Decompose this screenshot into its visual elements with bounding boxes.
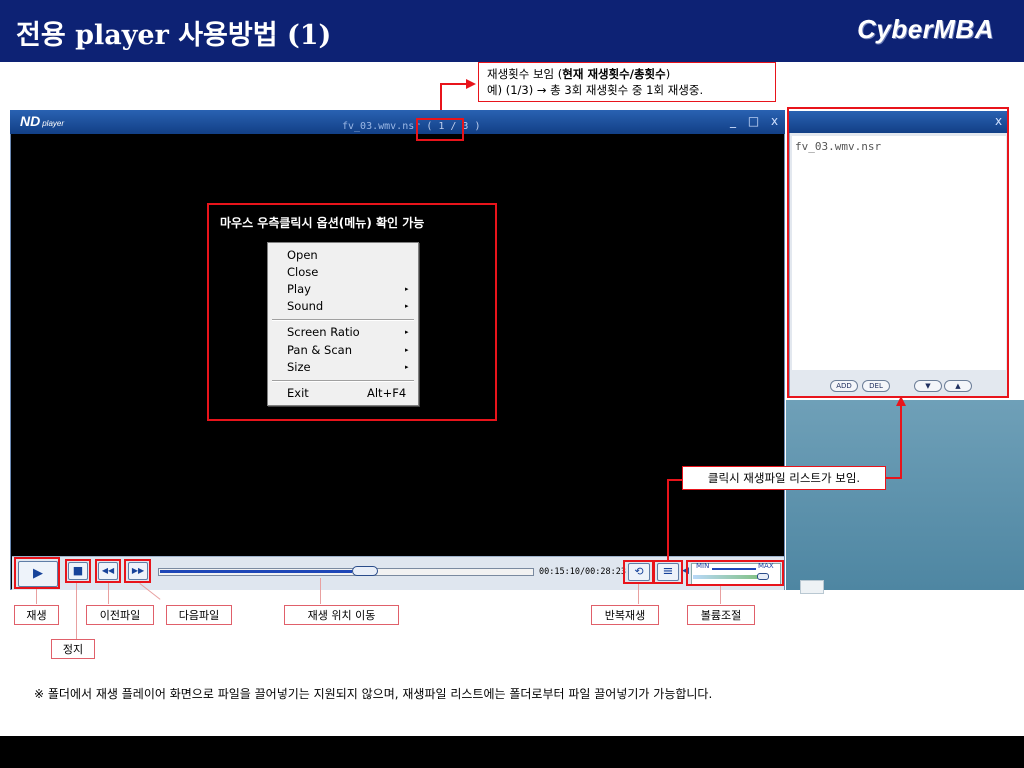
label-play: 재생: [14, 605, 59, 625]
count-callout-suffix: ): [665, 67, 671, 81]
logo-text: ND: [20, 113, 41, 129]
logo-sub: player: [42, 119, 65, 128]
stop-highlight: [65, 559, 91, 583]
nd-player-logo: ND player: [20, 113, 64, 129]
play-count-callout: 재생횟수 보임 (현재 재생횟수/총횟수) 예) (1/3) → 총 3회 재생…: [478, 62, 776, 102]
menu-item-open[interactable]: Open: [287, 247, 318, 264]
repeat-highlight: [623, 560, 654, 584]
menu-item-pan-scan[interactable]: Pan & Scan ▸: [287, 342, 409, 359]
menu-item-close[interactable]: Close: [287, 264, 318, 281]
menu-label: Screen Ratio: [287, 325, 360, 339]
play-highlight: [14, 557, 60, 589]
leader-line: [108, 583, 109, 604]
submenu-arrow-icon: ▸: [405, 346, 409, 354]
desktop-background: [786, 400, 1024, 590]
leader-line: [36, 589, 37, 604]
menu-label: Sound: [287, 299, 324, 313]
leader-line: [638, 584, 639, 604]
playlist-callout: 클릭시 재생파일 리스트가 보임.: [682, 466, 886, 490]
leader-line: [76, 583, 77, 639]
label-seek: 재생 위치 이동: [284, 605, 399, 625]
filename-text: fv_03.wmv.nsr: [342, 121, 421, 132]
volume-highlight: [686, 560, 784, 586]
submenu-arrow-icon: ▸: [405, 363, 409, 371]
connector-line: [440, 83, 468, 85]
playlist-highlight: [787, 107, 1009, 398]
label-repeat: 반복재생: [591, 605, 659, 625]
next-highlight: [124, 559, 151, 583]
seek-thumb[interactable]: [352, 566, 378, 576]
leader-line: [720, 586, 721, 604]
play-count-highlight: [416, 118, 464, 141]
prev-highlight: [95, 559, 121, 583]
footer-bar: [0, 736, 1024, 768]
count-callout-prefix: 재생횟수 보임 (: [487, 67, 563, 81]
seek-progress: [160, 570, 352, 573]
menu-shortcut: Alt+F4: [367, 386, 407, 400]
desktop-file-icon: [800, 580, 824, 594]
menu-label: Close: [287, 265, 319, 279]
window-controls[interactable]: _ □ x: [730, 114, 782, 128]
menu-label: Play: [287, 282, 311, 296]
menu-item-play[interactable]: Play ▸: [287, 281, 409, 298]
menu-separator: [272, 380, 414, 382]
menu-separator: [272, 319, 414, 321]
submenu-arrow-icon: ▸: [405, 328, 409, 336]
leader-line: [320, 578, 321, 604]
menu-label: Pan & Scan: [287, 343, 352, 357]
brand-logo: CyberMBA: [857, 14, 994, 44]
connector-line: [900, 405, 902, 479]
context-menu-caption: 마우스 우측클릭시 옵션(메뉴) 확인 가능: [220, 216, 425, 230]
menu-item-size[interactable]: Size ▸: [287, 359, 409, 376]
context-menu: Open Close Play ▸ Sound ▸ Screen Ratio ▸ Pa…: [267, 242, 419, 406]
menu-item-sound[interactable]: Sound ▸: [287, 298, 409, 315]
connector-line: [667, 479, 669, 561]
submenu-arrow-icon: ▸: [405, 285, 409, 293]
menu-item-screen-ratio[interactable]: Screen Ratio ▸: [287, 324, 409, 341]
page-title: 전용 player 사용방법 (1): [16, 20, 332, 51]
menu-label: Exit: [287, 386, 309, 400]
footnote: ※ 폴더에서 재생 플레이어 화면으로 파일을 끌어넣기는 지원되지 않으며, …: [34, 687, 713, 701]
label-volume: 볼륨조절: [687, 605, 755, 625]
time-display: 00:15:10/00:28:23: [539, 567, 626, 577]
connector-line: [667, 479, 683, 481]
count-callout-example: 예) (1/3) → 총 3회 재생횟수 중 1회 재생중.: [487, 83, 704, 97]
arrow-head-icon: [466, 79, 476, 89]
label-stop: 정지: [51, 639, 95, 659]
label-next-file: 다음파일: [166, 605, 232, 625]
submenu-arrow-icon: ▸: [405, 302, 409, 310]
playlist-toggle-highlight: [653, 560, 683, 584]
arrow-head-icon: [896, 396, 906, 406]
label-prev-file: 이전파일: [86, 605, 154, 625]
menu-item-exit[interactable]: Exit Alt+F4: [287, 385, 406, 402]
menu-label: Size: [287, 360, 311, 374]
count-callout-bold: 현재 재생횟수/총횟수: [562, 67, 666, 81]
menu-label: Open: [287, 248, 318, 262]
